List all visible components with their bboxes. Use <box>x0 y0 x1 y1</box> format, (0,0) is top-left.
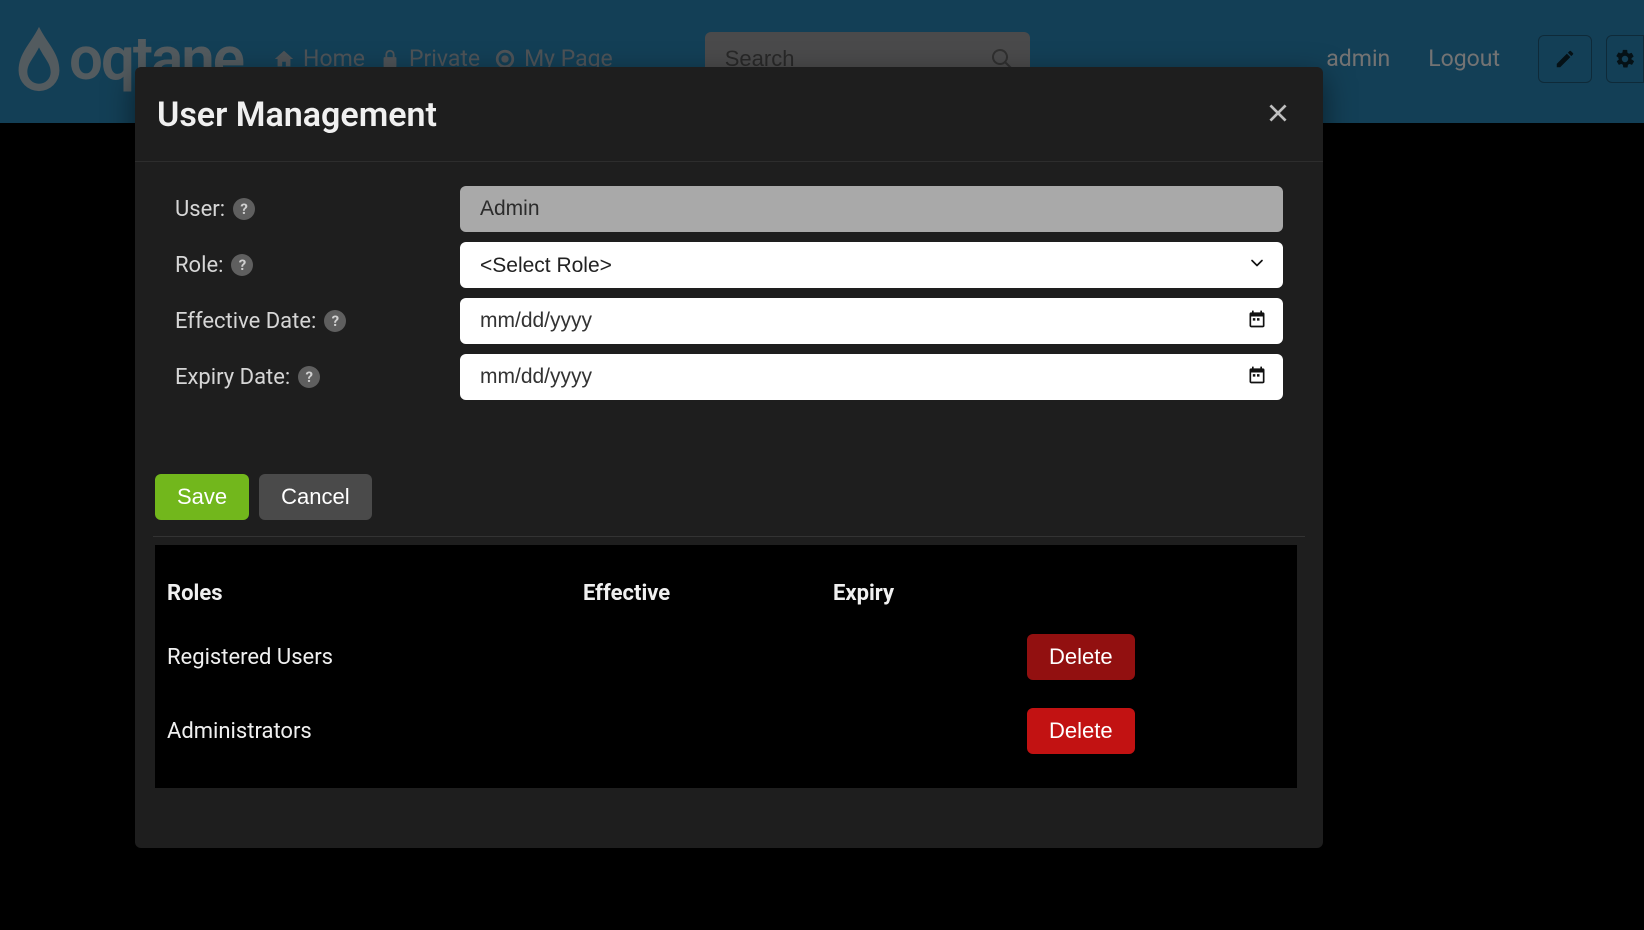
user-field <box>460 186 1283 232</box>
label-role: Role: ? <box>175 253 460 278</box>
label-role-text: Role: <box>175 253 223 278</box>
role-expiry-cell <box>821 694 1007 768</box>
cancel-button[interactable]: Cancel <box>259 474 371 520</box>
delete-button[interactable]: Delete <box>1027 708 1135 754</box>
form-row-expiry: Expiry Date: ? <box>175 354 1283 400</box>
close-button[interactable] <box>1265 100 1291 130</box>
roles-header-row: Roles Effective Expiry <box>155 567 1297 620</box>
roles-table: Roles Effective Expiry Registered Users … <box>155 567 1297 768</box>
label-effective: Effective Date: ? <box>175 309 460 334</box>
calendar-icon[interactable] <box>1247 309 1267 333</box>
form-row-effective: Effective Date: ? <box>175 298 1283 344</box>
col-roles: Roles <box>155 567 571 620</box>
label-user: User: ? <box>175 197 460 222</box>
modal-actions: Save Cancel <box>135 420 1323 530</box>
col-expiry: Expiry <box>821 567 1007 620</box>
label-effective-text: Effective Date: <box>175 309 316 334</box>
role-name-cell: Administrators <box>155 694 571 768</box>
user-management-modal: User Management User: ? Role: ? <Select … <box>135 67 1323 848</box>
help-icon[interactable]: ? <box>298 366 320 388</box>
modal-header: User Management <box>135 67 1323 162</box>
role-name-cell: Registered Users <box>155 620 571 694</box>
calendar-icon[interactable] <box>1247 365 1267 389</box>
table-row: Registered Users Delete <box>155 620 1297 694</box>
user-form: User: ? Role: ? <Select Role> <box>135 162 1323 420</box>
delete-button[interactable]: Delete <box>1027 634 1135 680</box>
label-user-text: User: <box>175 197 225 222</box>
modal-title: User Management <box>157 95 437 135</box>
label-expiry-text: Expiry Date: <box>175 365 290 390</box>
label-expiry: Expiry Date: ? <box>175 365 460 390</box>
form-row-user: User: ? <box>175 186 1283 232</box>
expiry-date-field[interactable] <box>460 354 1283 400</box>
col-effective: Effective <box>571 567 821 620</box>
role-effective-cell <box>571 694 821 768</box>
close-icon <box>1265 100 1291 126</box>
effective-date-field[interactable] <box>460 298 1283 344</box>
form-row-role: Role: ? <Select Role> <box>175 242 1283 288</box>
help-icon[interactable]: ? <box>233 198 255 220</box>
role-effective-cell <box>571 620 821 694</box>
save-button[interactable]: Save <box>155 474 249 520</box>
roles-table-wrap: Roles Effective Expiry Registered Users … <box>155 545 1297 788</box>
role-expiry-cell <box>821 620 1007 694</box>
role-select[interactable]: <Select Role> <box>460 242 1283 288</box>
separator <box>153 536 1305 537</box>
table-row: Administrators Delete <box>155 694 1297 768</box>
help-icon[interactable]: ? <box>324 310 346 332</box>
help-icon[interactable]: ? <box>231 254 253 276</box>
